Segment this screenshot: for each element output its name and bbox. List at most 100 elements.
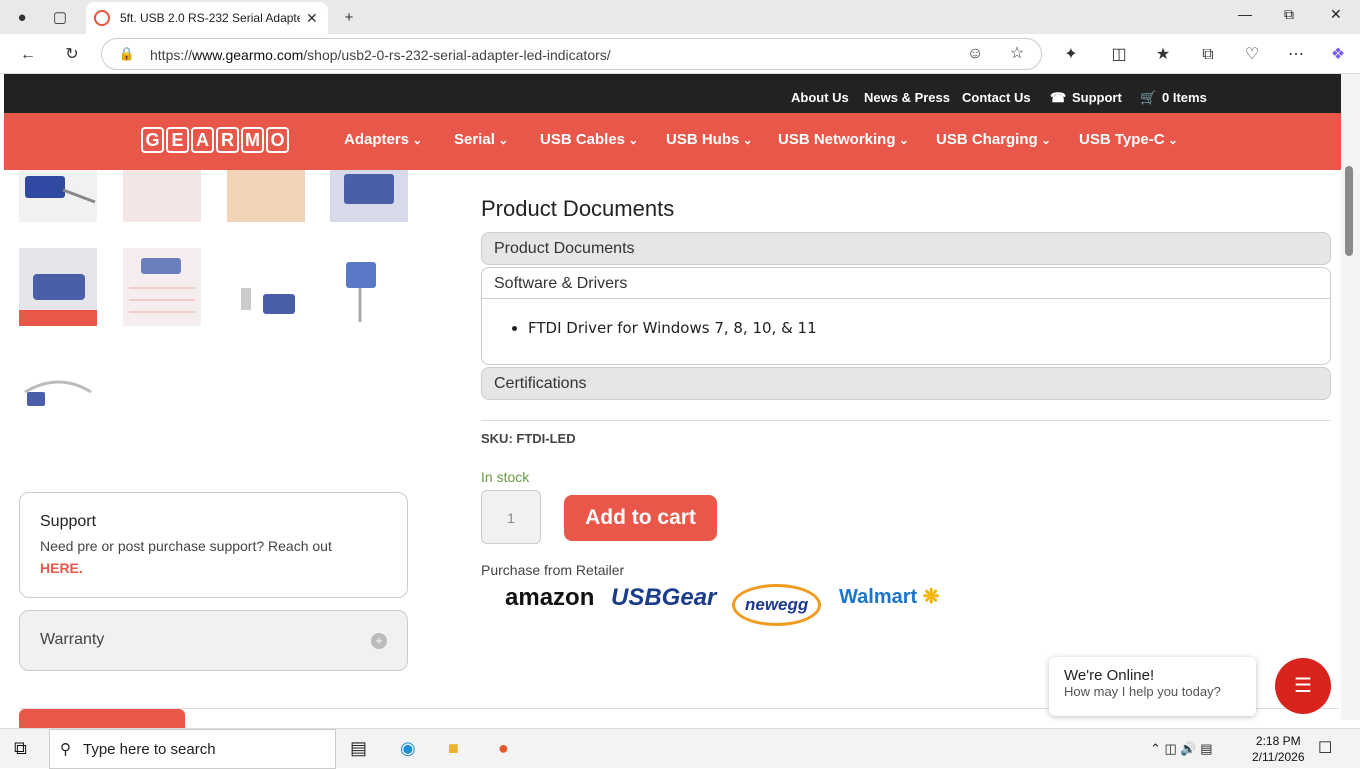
nav-usb-cables[interactable]: USB Cables (540, 131, 638, 148)
refresh-icon[interactable]: ↻ (61, 44, 83, 66)
add-to-cart-button[interactable]: Add to cart (564, 495, 717, 541)
driver-link[interactable]: FTDI Driver for Windows 7, 8, 10, & 11 (528, 319, 1330, 337)
divider (481, 420, 1331, 421)
read-aloud-icon[interactable]: ☺ (964, 43, 986, 65)
nav-usb-networking[interactable]: USB Networking (778, 131, 909, 148)
minimize-icon[interactable]: — (1238, 6, 1252, 22)
nav-serial[interactable]: Serial (454, 131, 508, 148)
support-box: Support Need pre or post purchase suppor… (19, 492, 408, 598)
stock-status: In stock (481, 469, 530, 485)
close-tab-icon[interactable]: ✕ (306, 10, 318, 27)
top-utility-bar: About Us News & Press Contact Us ☎ Suppo… (4, 74, 1341, 113)
nav-usb-charging[interactable]: USB Charging (936, 131, 1051, 148)
product-thumbnail[interactable] (227, 170, 305, 222)
news-press-link[interactable]: News & Press (864, 90, 950, 105)
accordion-software-drivers[interactable]: Software & Drivers FTDI Driver for Windo… (481, 267, 1331, 365)
extensions-icon[interactable]: ✦ (1060, 44, 1082, 66)
cart-icon: 🛒 (1140, 90, 1157, 105)
warranty-accordion[interactable]: Warranty + (19, 610, 408, 671)
firefox-icon[interactable]: ● (498, 738, 509, 759)
collections-icon[interactable]: ⧉ (1197, 44, 1219, 66)
headset-icon: ☎ (1050, 90, 1067, 105)
product-thumbnail[interactable] (19, 170, 97, 222)
product-thumbnail[interactable] (330, 170, 408, 222)
purchase-from-retailer-label: Purchase from Retailer (481, 562, 625, 578)
page-scrollbar[interactable] (1341, 74, 1360, 720)
url-field[interactable]: 🔒 https://www.gearmo.com/shop/usb2-0-rs-… (101, 38, 1042, 70)
product-thumbnail[interactable] (19, 352, 97, 430)
chat-prompt[interactable]: We're Online! How may I help you today? (1049, 657, 1256, 716)
drivers-list: FTDI Driver for Windows 7, 8, 10, & 11 (528, 319, 1330, 337)
chat-subtitle: How may I help you today? (1064, 684, 1221, 699)
expand-icon[interactable]: + (371, 633, 387, 649)
taskbar: ⧉ ⚲ Type here to search ▤ ◉ ■ ● ⌃ ◫ 🔊 ▤ … (0, 728, 1360, 769)
nav-usb-hubs[interactable]: USB Hubs (666, 131, 753, 148)
walmart-name: Walmart (839, 586, 918, 608)
gearmo-logo[interactable]: GEARMO (141, 127, 289, 153)
amazon-logo[interactable]: amazon (505, 584, 594, 612)
nav-usb-type-c[interactable]: USB Type-C (1079, 131, 1178, 148)
copilot-icon[interactable]: ❖ (1327, 44, 1349, 66)
taskbar-search[interactable]: ⚲ Type here to search (49, 729, 336, 769)
main-nav: GEARMO Adapters Serial USB Cables USB Hu… (4, 113, 1341, 170)
chat-title: We're Online! (1064, 667, 1155, 684)
tab-title: 5ft. USB 2.0 RS-232 Serial Adapter (120, 11, 300, 25)
browser-tab-bar: ● ▢ 5ft. USB 2.0 RS-232 Serial Adapter ✕… (0, 0, 1360, 34)
browser-essentials-icon[interactable]: ♡ (1241, 44, 1263, 66)
about-us-link[interactable]: About Us (791, 90, 849, 105)
date: 2/11/2026 (1252, 750, 1305, 764)
favorite-star-icon[interactable]: ☆ (1006, 43, 1028, 65)
support-link[interactable]: Support (1072, 90, 1122, 105)
sku-label: SKU: FTDI-LED (481, 431, 576, 446)
usbgear-logo[interactable]: USBGear (611, 584, 716, 612)
newegg-logo[interactable]: newegg (732, 584, 822, 626)
address-bar-row: ← ↻ 🔒 https://www.gearmo.com/shop/usb2-0… (0, 34, 1360, 74)
new-tab-icon[interactable]: + (338, 7, 360, 27)
product-documents-heading: Product Documents (481, 196, 675, 221)
browser-tab[interactable]: 5ft. USB 2.0 RS-232 Serial Adapter ✕ (86, 2, 328, 34)
gearmo-favicon-icon (94, 10, 110, 26)
start-icon[interactable]: ⧉ (14, 738, 27, 759)
cart-items-link[interactable]: 0 Items (1162, 90, 1207, 105)
site-info-icon[interactable]: 🔒 (116, 43, 138, 65)
clock[interactable]: 2:18 PM 2/11/2026 (1252, 733, 1305, 765)
nav-adapters[interactable]: Adapters (344, 131, 422, 148)
support-here-link[interactable]: HERE. (40, 557, 387, 579)
web-page: About Us News & Press Contact Us ☎ Suppo… (4, 74, 1341, 730)
more-menu-icon[interactable]: ⋯ (1285, 44, 1307, 66)
quantity-input[interactable]: 1 (481, 490, 541, 544)
support-text: Need pre or post purchase support? Reach… (40, 538, 332, 554)
split-screen-icon[interactable]: ◫ (1108, 44, 1130, 66)
back-icon[interactable]: ← (17, 44, 39, 66)
product-thumbnail[interactable] (123, 248, 201, 326)
support-title: Support (40, 513, 97, 530)
warranty-label: Warranty (40, 631, 105, 648)
product-thumbnail[interactable] (330, 248, 408, 326)
accordion-certifications[interactable]: Certifications (481, 367, 1331, 400)
profile-icon[interactable]: ● (11, 7, 33, 27)
contact-us-link[interactable]: Contact Us (962, 90, 1031, 105)
search-placeholder: Type here to search (83, 740, 216, 758)
file-explorer-icon[interactable]: ■ (448, 738, 459, 759)
notifications-icon[interactable]: ☐ (1318, 738, 1332, 758)
close-window-icon[interactable]: ✕ (1330, 6, 1342, 23)
restore-icon[interactable]: ⧉ (1284, 6, 1294, 23)
task-view-icon[interactable]: ▤ (350, 738, 367, 759)
favorites-icon[interactable]: ★ (1152, 44, 1174, 66)
spark-icon: ❋ (917, 586, 940, 608)
tray-icons[interactable]: ⌃ ◫ 🔊 ▤ (1150, 741, 1212, 757)
tab-actions-icon[interactable]: ▢ (49, 7, 71, 27)
accordion-product-documents[interactable]: Product Documents (481, 232, 1331, 265)
accordion-software-drivers-header[interactable]: Software & Drivers (482, 268, 1330, 299)
product-thumbnail[interactable] (227, 248, 305, 326)
scrollbar-thumb[interactable] (1345, 166, 1353, 256)
time: 2:18 PM (1255, 734, 1301, 748)
chat-icon[interactable]: ☰ (1275, 658, 1331, 714)
product-thumbnail[interactable] (19, 248, 97, 326)
tab-active[interactable] (19, 709, 185, 730)
url-text: https://www.gearmo.com/shop/usb2-0-rs-23… (150, 47, 611, 63)
edge-icon[interactable]: ◉ (400, 738, 416, 759)
search-icon: ⚲ (60, 741, 71, 758)
product-thumbnail[interactable] (123, 170, 201, 222)
walmart-logo[interactable]: Walmart ❋ (839, 584, 940, 609)
